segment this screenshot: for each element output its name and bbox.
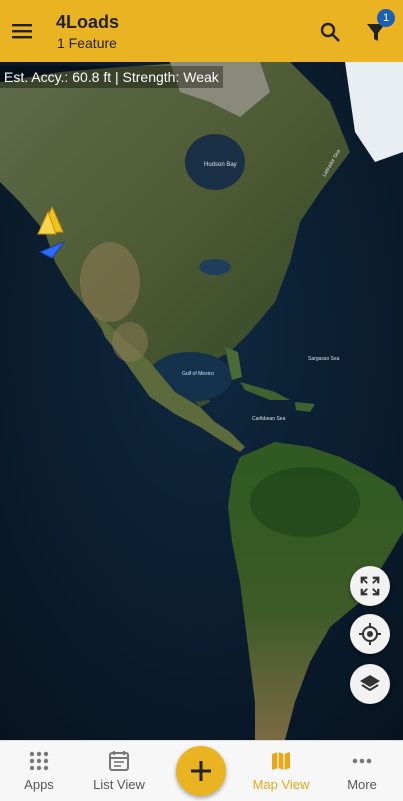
- amazon-region: [250, 467, 360, 537]
- search-icon[interactable]: [318, 20, 342, 44]
- map-label-caribbean-sea: Caribbean Sea: [252, 416, 286, 422]
- map-label-gulf-of-mexico: Gulf of Mexico: [182, 371, 214, 377]
- fullscreen-button[interactable]: [350, 566, 390, 606]
- my-location-button[interactable]: [350, 614, 390, 654]
- nav-map-view[interactable]: Map View: [242, 741, 320, 801]
- nav-list-view-label: List View: [93, 777, 145, 792]
- calendar-list-icon: [109, 751, 129, 771]
- layers-button[interactable]: [350, 664, 390, 704]
- western-us-desert: [80, 242, 140, 322]
- nav-list-view[interactable]: List View: [80, 741, 158, 801]
- add-feature-button[interactable]: [176, 746, 226, 796]
- filter-count-badge: 1: [377, 9, 395, 27]
- satellite-map[interactable]: Hudson Bay Labrador Sea Gulf of Mexico S…: [0, 62, 403, 740]
- nav-apps-label: Apps: [24, 777, 54, 792]
- crosshair-icon: [359, 623, 381, 645]
- nav-apps[interactable]: Apps: [0, 741, 78, 801]
- feature-count: 1 Feature: [57, 35, 117, 51]
- mexico-desert: [112, 322, 148, 362]
- hamburger-menu-icon[interactable]: [10, 19, 34, 43]
- nav-map-view-label: Map View: [252, 777, 310, 792]
- page-title: 4Loads: [56, 12, 120, 32]
- layers-icon: [360, 675, 380, 692]
- map-icon: [272, 752, 290, 770]
- nav-more-label: More: [347, 777, 377, 792]
- map-label-sargasso-sea: Sargasso Sea: [308, 356, 340, 362]
- apps-grid-icon: [29, 751, 49, 771]
- map-label-hudson-bay: Hudson Bay: [204, 162, 237, 168]
- expand-icon: [360, 576, 380, 596]
- map-imagery: Hudson Bay Labrador Sea Gulf of Mexico S…: [0, 62, 403, 740]
- app-header: 4Loads 1 Feature 1: [0, 0, 403, 62]
- great-lakes: [199, 259, 231, 275]
- more-dots-icon: [352, 758, 372, 764]
- nav-more[interactable]: More: [323, 741, 401, 801]
- gps-accuracy-label: Est. Accy.: 60.8 ft | Strength: Weak: [0, 66, 223, 88]
- plus-icon: [191, 761, 211, 781]
